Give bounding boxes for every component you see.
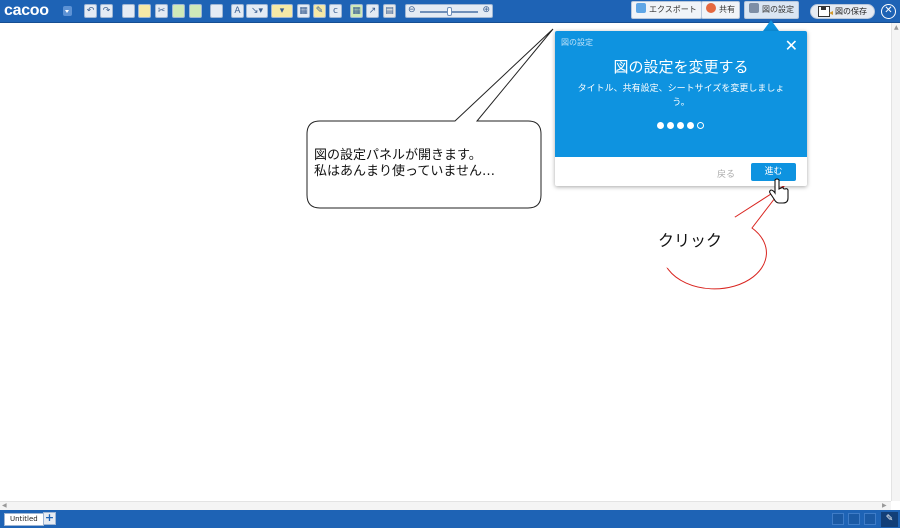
close-icon[interactable]: ✕ [785,37,798,55]
step-dot-1[interactable] [657,122,664,129]
popover-caret [763,20,779,31]
click-annotation-label: クリック [658,231,723,250]
popover-breadcrumb: 図の設定 [561,38,593,47]
fit-view-icon[interactable] [864,513,876,525]
tools-toggle-icon[interactable]: ✎ [881,512,898,527]
hand-cursor-icon [769,178,789,204]
back-button[interactable]: 戻る [717,167,735,180]
callout-line-1: 図の設定パネルが開きます。 [314,148,482,163]
callout-line-2: 私はあんまり使っていません… [314,164,495,179]
step-dot-5[interactable] [697,122,704,129]
step-dot-2[interactable] [667,122,674,129]
sheet-list-icon[interactable] [832,513,844,525]
sheet-tab[interactable]: Untitled [4,513,44,526]
popover-header: 図の設定 ✕ 図の設定を変更する タイトル、共有設定、シートサイズを変更しましょ… [555,31,807,157]
tour-popover: 図の設定 ✕ 図の設定を変更する タイトル、共有設定、シートサイズを変更しましょ… [555,31,807,186]
popover-title: 図の設定を変更する [613,58,749,76]
callout-text: 図の設定パネルが開きます。 私はあんまり使っていません… [314,148,495,180]
speech-bubble-callout [306,28,554,209]
sheet-bar: Untitled + ✎ [0,510,900,528]
add-sheet-button[interactable]: + [43,512,56,525]
popover-description: タイトル、共有設定、シートサイズを変更しましょう。 [577,84,785,108]
grid-view-icon[interactable] [848,513,860,525]
step-dot-3[interactable] [677,122,684,129]
step-dot-4[interactable] [687,122,694,129]
